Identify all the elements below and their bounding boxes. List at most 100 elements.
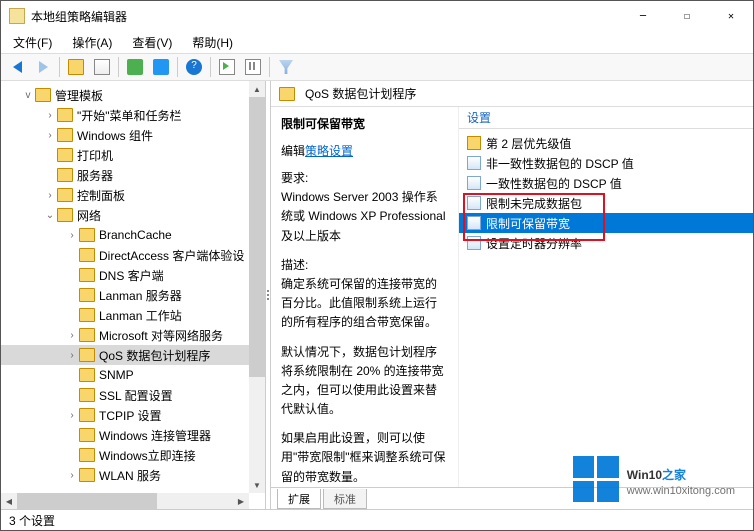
tree-item[interactable]: DirectAccess 客户端体验设 xyxy=(1,245,265,265)
tree-item[interactable]: ›TCPIP 设置 xyxy=(1,405,265,425)
tree-label: 打印机 xyxy=(77,147,113,164)
tree-item[interactable]: ›QoS 数据包计划程序 xyxy=(1,345,265,365)
settings-header[interactable]: 设置 xyxy=(459,107,753,129)
tree-item[interactable]: ›BranchCache xyxy=(1,225,265,245)
arrow-left-icon xyxy=(13,61,22,73)
menu-help[interactable]: 帮助(H) xyxy=(188,32,237,53)
stop-button[interactable] xyxy=(241,55,265,79)
expander-icon[interactable]: › xyxy=(43,190,57,201)
tree-label: Lanman 服务器 xyxy=(99,287,182,304)
tree-scrollbar-h[interactable]: ◀ ▶ xyxy=(1,493,249,509)
setting-label: 限制未完成数据包 xyxy=(486,195,582,212)
properties-button[interactable] xyxy=(149,55,173,79)
help-icon: ? xyxy=(186,59,202,75)
folder-icon xyxy=(79,368,95,382)
tree-item[interactable]: Lanman 工作站 xyxy=(1,305,265,325)
tree-item[interactable]: Windows 连接管理器 xyxy=(1,425,265,445)
menu-action[interactable]: 操作(A) xyxy=(68,32,116,53)
up-button[interactable] xyxy=(64,55,88,79)
folder-icon xyxy=(35,88,51,102)
tree-item[interactable]: ›Windows 组件 xyxy=(1,125,265,145)
tree-item[interactable]: › "开始"菜单和任务栏 xyxy=(1,105,265,125)
toolbar: ? xyxy=(1,53,753,81)
export-button[interactable] xyxy=(123,55,147,79)
scroll-up-button[interactable]: ▲ xyxy=(249,81,265,97)
requirements-label: 要求: xyxy=(281,169,448,188)
description-text: 确定系统可保留的连接带宽的百分比。此值限制系统上运行的所有程序的组合带宽保留。 xyxy=(281,275,448,333)
tree-item[interactable]: ⌄网络 xyxy=(1,205,265,225)
folder-icon xyxy=(79,348,95,362)
expander-icon[interactable]: v xyxy=(21,90,35,101)
folder-icon xyxy=(79,448,95,462)
expander-icon[interactable]: › xyxy=(43,130,57,141)
tree-item[interactable]: SNMP xyxy=(1,365,265,385)
help-button[interactable]: ? xyxy=(182,55,206,79)
setting-item[interactable]: 非一致性数据包的 DSCP 值 xyxy=(459,153,753,173)
tree-item[interactable]: ›控制面板 xyxy=(1,185,265,205)
expander-icon[interactable]: ⌄ xyxy=(43,210,57,221)
close-button[interactable]: ✕ xyxy=(709,1,753,31)
folder-icon xyxy=(279,87,295,101)
expander-icon[interactable]: › xyxy=(65,350,79,361)
policy-icon xyxy=(467,156,481,170)
export-icon xyxy=(127,59,143,75)
expander-icon[interactable]: › xyxy=(65,230,79,241)
policy-icon xyxy=(467,216,481,230)
expander-icon[interactable]: › xyxy=(65,470,79,481)
menu-view[interactable]: 查看(V) xyxy=(128,32,176,53)
run-button[interactable] xyxy=(215,55,239,79)
properties-icon xyxy=(153,59,169,75)
tree-item[interactable]: SSL 配置设置 xyxy=(1,385,265,405)
tree-item[interactable]: Windows立即连接 xyxy=(1,445,265,465)
status-text: 3 个设置 xyxy=(9,512,55,529)
menubar: 文件(F) 操作(A) 查看(V) 帮助(H) xyxy=(1,31,753,53)
edit-policy-link[interactable]: 策略设置 xyxy=(305,144,353,158)
tree-label: "开始"菜单和任务栏 xyxy=(77,107,182,124)
back-button[interactable] xyxy=(5,55,29,79)
expander-icon[interactable]: › xyxy=(65,330,79,341)
tree-item[interactable]: ›Microsoft 对等网络服务 xyxy=(1,325,265,345)
policy-icon xyxy=(467,236,481,250)
setting-item[interactable]: 限制可保留带宽 xyxy=(459,213,753,233)
settings-column: 设置 第 2 层优先级值非一致性数据包的 DSCP 值一致性数据包的 DSCP … xyxy=(459,107,753,487)
minimize-button[interactable]: ─ xyxy=(621,1,665,31)
tree-item[interactable]: 服务器 xyxy=(1,165,265,185)
folder-icon xyxy=(79,388,95,402)
tree-label: DNS 客户端 xyxy=(99,267,164,284)
setting-item[interactable]: 一致性数据包的 DSCP 值 xyxy=(459,173,753,193)
setting-item[interactable]: 设置定时器分辨率 xyxy=(459,233,753,253)
folder-icon xyxy=(57,208,73,222)
tree-item[interactable]: DNS 客户端 xyxy=(1,265,265,285)
scroll-thumb-h[interactable] xyxy=(17,493,157,509)
tree-item[interactable]: ›WLAN 服务 xyxy=(1,465,265,485)
setting-label: 非一致性数据包的 DSCP 值 xyxy=(486,155,634,172)
tree-label: SNMP xyxy=(99,368,134,382)
tree-scrollbar-v[interactable]: ▲ ▼ xyxy=(249,81,265,493)
scroll-down-button[interactable]: ▼ xyxy=(249,477,265,493)
show-hide-button[interactable] xyxy=(90,55,114,79)
scroll-right-button[interactable]: ▶ xyxy=(233,493,249,509)
maximize-button[interactable]: ☐ xyxy=(665,1,709,31)
scroll-thumb-v[interactable] xyxy=(249,97,265,377)
watermark-brand: Win10之家 xyxy=(627,462,735,485)
watermark: Win10之家 www.win10xitong.com xyxy=(573,456,735,502)
filter-button[interactable] xyxy=(274,55,298,79)
setting-item[interactable]: 第 2 层优先级值 xyxy=(459,133,753,153)
scroll-left-button[interactable]: ◀ xyxy=(1,493,17,509)
toolbar-separator xyxy=(177,57,178,77)
setting-item[interactable]: 限制未完成数据包 xyxy=(459,193,753,213)
tree-item[interactable]: Lanman 服务器 xyxy=(1,285,265,305)
expander-icon[interactable]: › xyxy=(43,110,57,121)
tab-extended[interactable]: 扩展 xyxy=(277,489,321,509)
tree-item[interactable]: 打印机 xyxy=(1,145,265,165)
forward-button[interactable] xyxy=(31,55,55,79)
menu-file[interactable]: 文件(F) xyxy=(9,32,56,53)
pause-icon xyxy=(245,59,261,75)
expander-icon[interactable]: › xyxy=(65,410,79,421)
watermark-url: www.win10xitong.com xyxy=(627,485,735,497)
window-controls: ─ ☐ ✕ xyxy=(621,1,753,31)
tree-label: DirectAccess 客户端体验设 xyxy=(99,247,244,264)
detail-column: 限制可保留带宽 编辑策略设置 要求: Windows Server 2003 操… xyxy=(271,107,459,487)
tab-standard[interactable]: 标准 xyxy=(323,489,367,509)
tree-item[interactable]: v管理模板 xyxy=(1,85,265,105)
